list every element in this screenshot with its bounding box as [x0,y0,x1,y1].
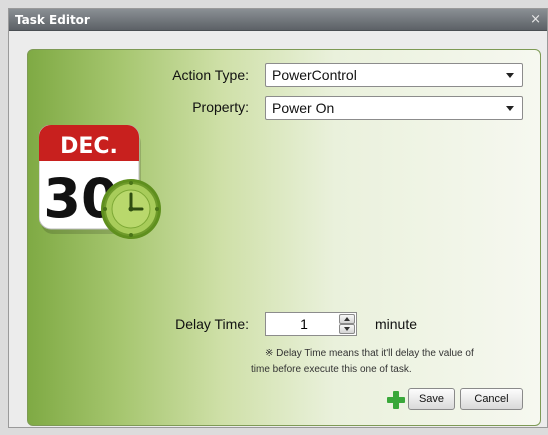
delay-spinner [339,314,355,334]
action-type-value: PowerControl [272,67,357,83]
property-select[interactable]: Power On [265,96,523,120]
cancel-button[interactable]: Cancel [460,388,523,410]
spin-down-button[interactable] [339,324,355,334]
title-bar[interactable]: Task Editor × [9,9,547,31]
calendar-month: DEC. [60,134,118,159]
delay-time-label: Delay Time: [175,316,249,332]
save-button[interactable]: Save [408,388,455,410]
task-editor-window: Task Editor × DEC. 30 Action Type: Power… [8,8,548,428]
chevron-down-icon [506,73,514,78]
add-icon[interactable] [387,391,405,409]
close-icon[interactable]: × [530,12,541,27]
delay-note-line1: ※ Delay Time means that it'll delay the … [265,348,474,359]
delay-time-input[interactable]: 1 [265,312,357,336]
property-label: Property: [192,99,249,115]
window-title: Task Editor [15,13,90,27]
property-value: Power On [272,100,335,116]
spin-up-button[interactable] [339,314,355,324]
delay-unit-label: minute [375,316,418,332]
delay-note-line2: time before execute this one of task. [251,364,412,375]
delay-time-value: 1 [300,316,308,332]
chevron-down-icon [506,106,514,111]
clock-icon [101,179,161,239]
calendar-clock-icon: DEC. 30 [39,125,161,239]
action-type-label: Action Type: [172,67,249,83]
action-type-select[interactable]: PowerControl [265,63,523,87]
